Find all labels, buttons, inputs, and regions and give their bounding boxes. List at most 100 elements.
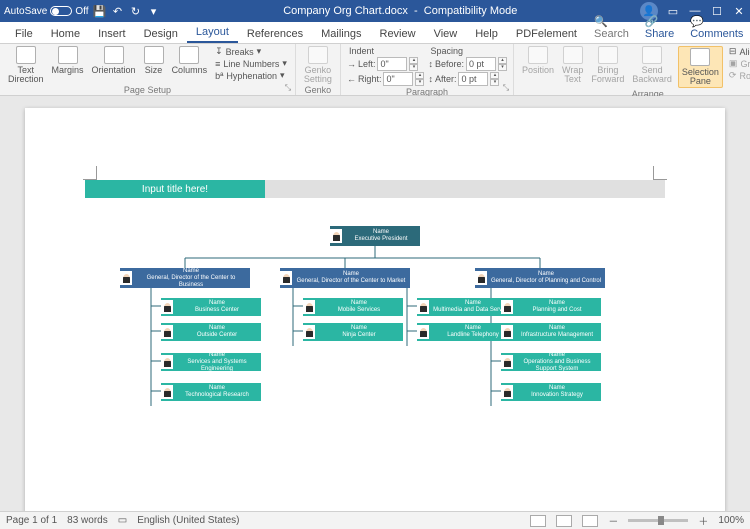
indent-left-label: Left: <box>358 59 376 69</box>
indent-left-field[interactable]: → Left:0"▴▾ <box>347 57 425 71</box>
node-leaf[interactable]: NameOperations and Business Support Syst… <box>501 353 601 371</box>
size-button[interactable]: Size <box>142 46 166 75</box>
node-leaf[interactable]: NameServices and Systems Engineering <box>161 353 261 371</box>
compat-mode-text: Compatibility Mode <box>424 5 518 17</box>
autosave-toggle[interactable]: AutoSave Off <box>4 6 89 17</box>
stepper-up-icon[interactable]: ▴ <box>490 72 499 79</box>
node-leaf[interactable]: NameInnovation Strategy <box>501 383 601 401</box>
node-director-3[interactable]: NameGeneral, Director of Planning and Co… <box>475 268 605 288</box>
node-director-2[interactable]: NameGeneral, Director of the Center to M… <box>280 268 410 288</box>
web-layout-icon[interactable] <box>582 515 598 527</box>
avatar-icon <box>417 300 429 314</box>
text-direction-button[interactable]: Text Direction <box>6 46 46 84</box>
node-leaf[interactable]: NameNinja Center <box>303 323 403 341</box>
stepper-down-icon[interactable]: ▾ <box>415 79 424 86</box>
undo-icon[interactable]: ↶ <box>111 4 125 18</box>
tab-help[interactable]: Help <box>466 25 507 43</box>
redo-icon[interactable]: ↻ <box>129 4 143 18</box>
margin-corner-tr <box>653 166 667 180</box>
language[interactable]: English (United States) <box>137 515 239 526</box>
node-president[interactable]: NameExecutive President <box>330 226 420 246</box>
selection-pane-icon <box>690 48 710 66</box>
node-text: NameOperations and Business Support Syst… <box>513 351 601 374</box>
node-leaf[interactable]: NamePlanning and Cost <box>501 298 601 316</box>
autosave-switch-icon[interactable] <box>50 6 72 16</box>
node-leaf[interactable]: NameTechnological Research <box>161 383 261 401</box>
tab-pdfelement[interactable]: PDFelement <box>507 25 586 43</box>
stepper-up-icon[interactable]: ▴ <box>415 72 424 79</box>
group-arrange: Position Wrap Text Bring Forward Send Ba… <box>514 44 750 95</box>
share-button[interactable]: 🔗 Share <box>637 12 682 43</box>
tab-file[interactable]: File <box>6 25 42 43</box>
node-text: NameGeneral, Director of the Center to B… <box>132 267 250 290</box>
align-button[interactable]: ⊟ Align ▾ <box>727 46 750 57</box>
zoom-slider[interactable] <box>628 519 688 522</box>
node-text: NameGeneral, Director of Planning and Co… <box>487 270 605 286</box>
document-area[interactable]: Input title here! NameExecutive Presiden… <box>0 96 750 511</box>
page[interactable]: Input title here! NameExecutive Presiden… <box>25 108 725 511</box>
tab-references[interactable]: References <box>238 25 312 43</box>
stepper-down-icon[interactable]: ▾ <box>498 64 507 71</box>
save-icon[interactable]: 💾 <box>93 4 107 18</box>
zoom-level[interactable]: 100% <box>718 515 744 526</box>
avatar-icon <box>303 300 315 314</box>
page-number[interactable]: Page 1 of 1 <box>6 515 57 526</box>
orientation-button[interactable]: Orientation <box>90 46 138 75</box>
indent-right-value[interactable]: 0" <box>383 72 413 86</box>
zoom-out-icon[interactable]: － <box>608 513 618 528</box>
node-text: NameExecutive President <box>342 228 420 244</box>
spacing-before-field[interactable]: ↕ Before:0 pt▴▾ <box>428 57 507 71</box>
comments-button[interactable]: 💬 Comments <box>682 12 750 43</box>
tab-design[interactable]: Design <box>135 25 187 43</box>
align-label: Align <box>739 47 750 57</box>
node-text: NameNinja Center <box>315 324 403 340</box>
tab-mailings[interactable]: Mailings <box>312 25 370 43</box>
zoom-in-icon[interactable]: ＋ <box>698 513 708 528</box>
columns-button[interactable]: Columns <box>170 46 210 75</box>
page-setup-launcher[interactable]: ⤡ <box>283 83 293 93</box>
indent-left-value[interactable]: 0" <box>377 57 407 71</box>
spacing-after-value[interactable]: 0 pt <box>458 72 488 86</box>
indent-right-label: Right: <box>358 74 382 84</box>
read-mode-icon[interactable] <box>530 515 546 527</box>
spellcheck-icon[interactable]: ▭ <box>118 515 127 526</box>
margin-corner-tl <box>83 166 97 180</box>
breaks-button[interactable]: ↧ Breaks ▾ <box>213 46 289 57</box>
node-director-1[interactable]: NameGeneral, Director of the Center to B… <box>120 268 250 288</box>
node-leaf[interactable]: NameOutside Center <box>161 323 261 341</box>
position-label: Position <box>522 66 554 75</box>
tab-insert[interactable]: Insert <box>89 25 135 43</box>
group-label: Group <box>740 59 750 69</box>
bring-forward-label: Bring Forward <box>591 66 624 84</box>
paragraph-launcher[interactable]: ⤡ <box>501 83 511 93</box>
search-box[interactable]: 🔍 Search <box>586 12 637 43</box>
print-layout-icon[interactable] <box>556 515 572 527</box>
node-leaf[interactable]: NameInfrastructure Management <box>501 323 601 341</box>
node-leaf[interactable]: NameMobile Services <box>303 298 403 316</box>
stepper-down-icon[interactable]: ▾ <box>409 64 418 71</box>
title-placeholder[interactable]: Input title here! <box>85 180 265 198</box>
hyphenation-button[interactable]: bª Hyphenation ▾ <box>213 70 289 81</box>
status-bar: Page 1 of 1 83 words ▭ English (United S… <box>0 511 750 529</box>
tab-review[interactable]: Review <box>371 25 425 43</box>
tab-home[interactable]: Home <box>42 25 89 43</box>
indent-right-field[interactable]: ← Right:0"▴▾ <box>347 72 425 86</box>
title-band[interactable]: Input title here! <box>85 180 665 198</box>
line-numbers-button[interactable]: ≡ Line Numbers ▾ <box>213 58 289 69</box>
stepper-down-icon[interactable]: ▾ <box>490 79 499 86</box>
page-setup-group-label: Page Setup <box>6 84 289 96</box>
margins-button[interactable]: Margins <box>50 46 86 75</box>
qat-dropdown-icon[interactable]: ▾ <box>147 4 161 18</box>
word-count[interactable]: 83 words <box>67 515 108 526</box>
stepper-up-icon[interactable]: ▴ <box>409 57 418 64</box>
tab-layout[interactable]: Layout <box>187 23 238 43</box>
spacing-before-value[interactable]: 0 pt <box>466 57 496 71</box>
stepper-up-icon[interactable]: ▴ <box>498 57 507 64</box>
selection-pane-button[interactable]: Selection Pane <box>678 46 723 88</box>
tab-view[interactable]: View <box>425 25 467 43</box>
org-chart[interactable]: NameExecutive President NameGeneral, Dir… <box>95 226 655 511</box>
spacing-after-field[interactable]: ↕ After:0 pt▴▾ <box>428 72 507 86</box>
ribbon-tabs: File Home Insert Design Layout Reference… <box>0 22 750 44</box>
node-text: NameOutside Center <box>173 324 261 340</box>
node-leaf[interactable]: NameBusiness Center <box>161 298 261 316</box>
